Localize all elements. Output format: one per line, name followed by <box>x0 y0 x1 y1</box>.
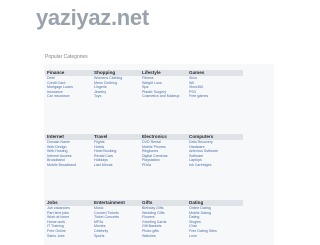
category-links: Online Dating Mobile Dating Dating Singl… <box>187 206 243 238</box>
category-link[interactable]: Free games <box>189 94 243 99</box>
category-games: Games Xbox Wii Xbox360 PS3 Free games <box>187 70 243 99</box>
section-title: Popular Categories <box>45 54 88 60</box>
category-link[interactable]: Ink Cartridges <box>189 163 243 168</box>
category-dating: Dating Online Dating Mobile Dating Datin… <box>187 200 243 238</box>
page: yaziyaz.net Popular Categories Finance D… <box>0 0 320 245</box>
category-links: Data Recovery Hardware Antivirus Softwar… <box>187 140 243 168</box>
category-computers: Computers Data Recovery Hardware Antivir… <box>187 134 243 168</box>
site-logo[interactable]: yaziyaz.net <box>36 6 149 30</box>
category-links: Xbox Wii Xbox360 PS3 Free games <box>187 76 243 99</box>
categories-panel: Finance Debt Credit Card Mortgage Loans … <box>44 64 274 245</box>
category-link[interactable]: Love <box>189 234 243 239</box>
